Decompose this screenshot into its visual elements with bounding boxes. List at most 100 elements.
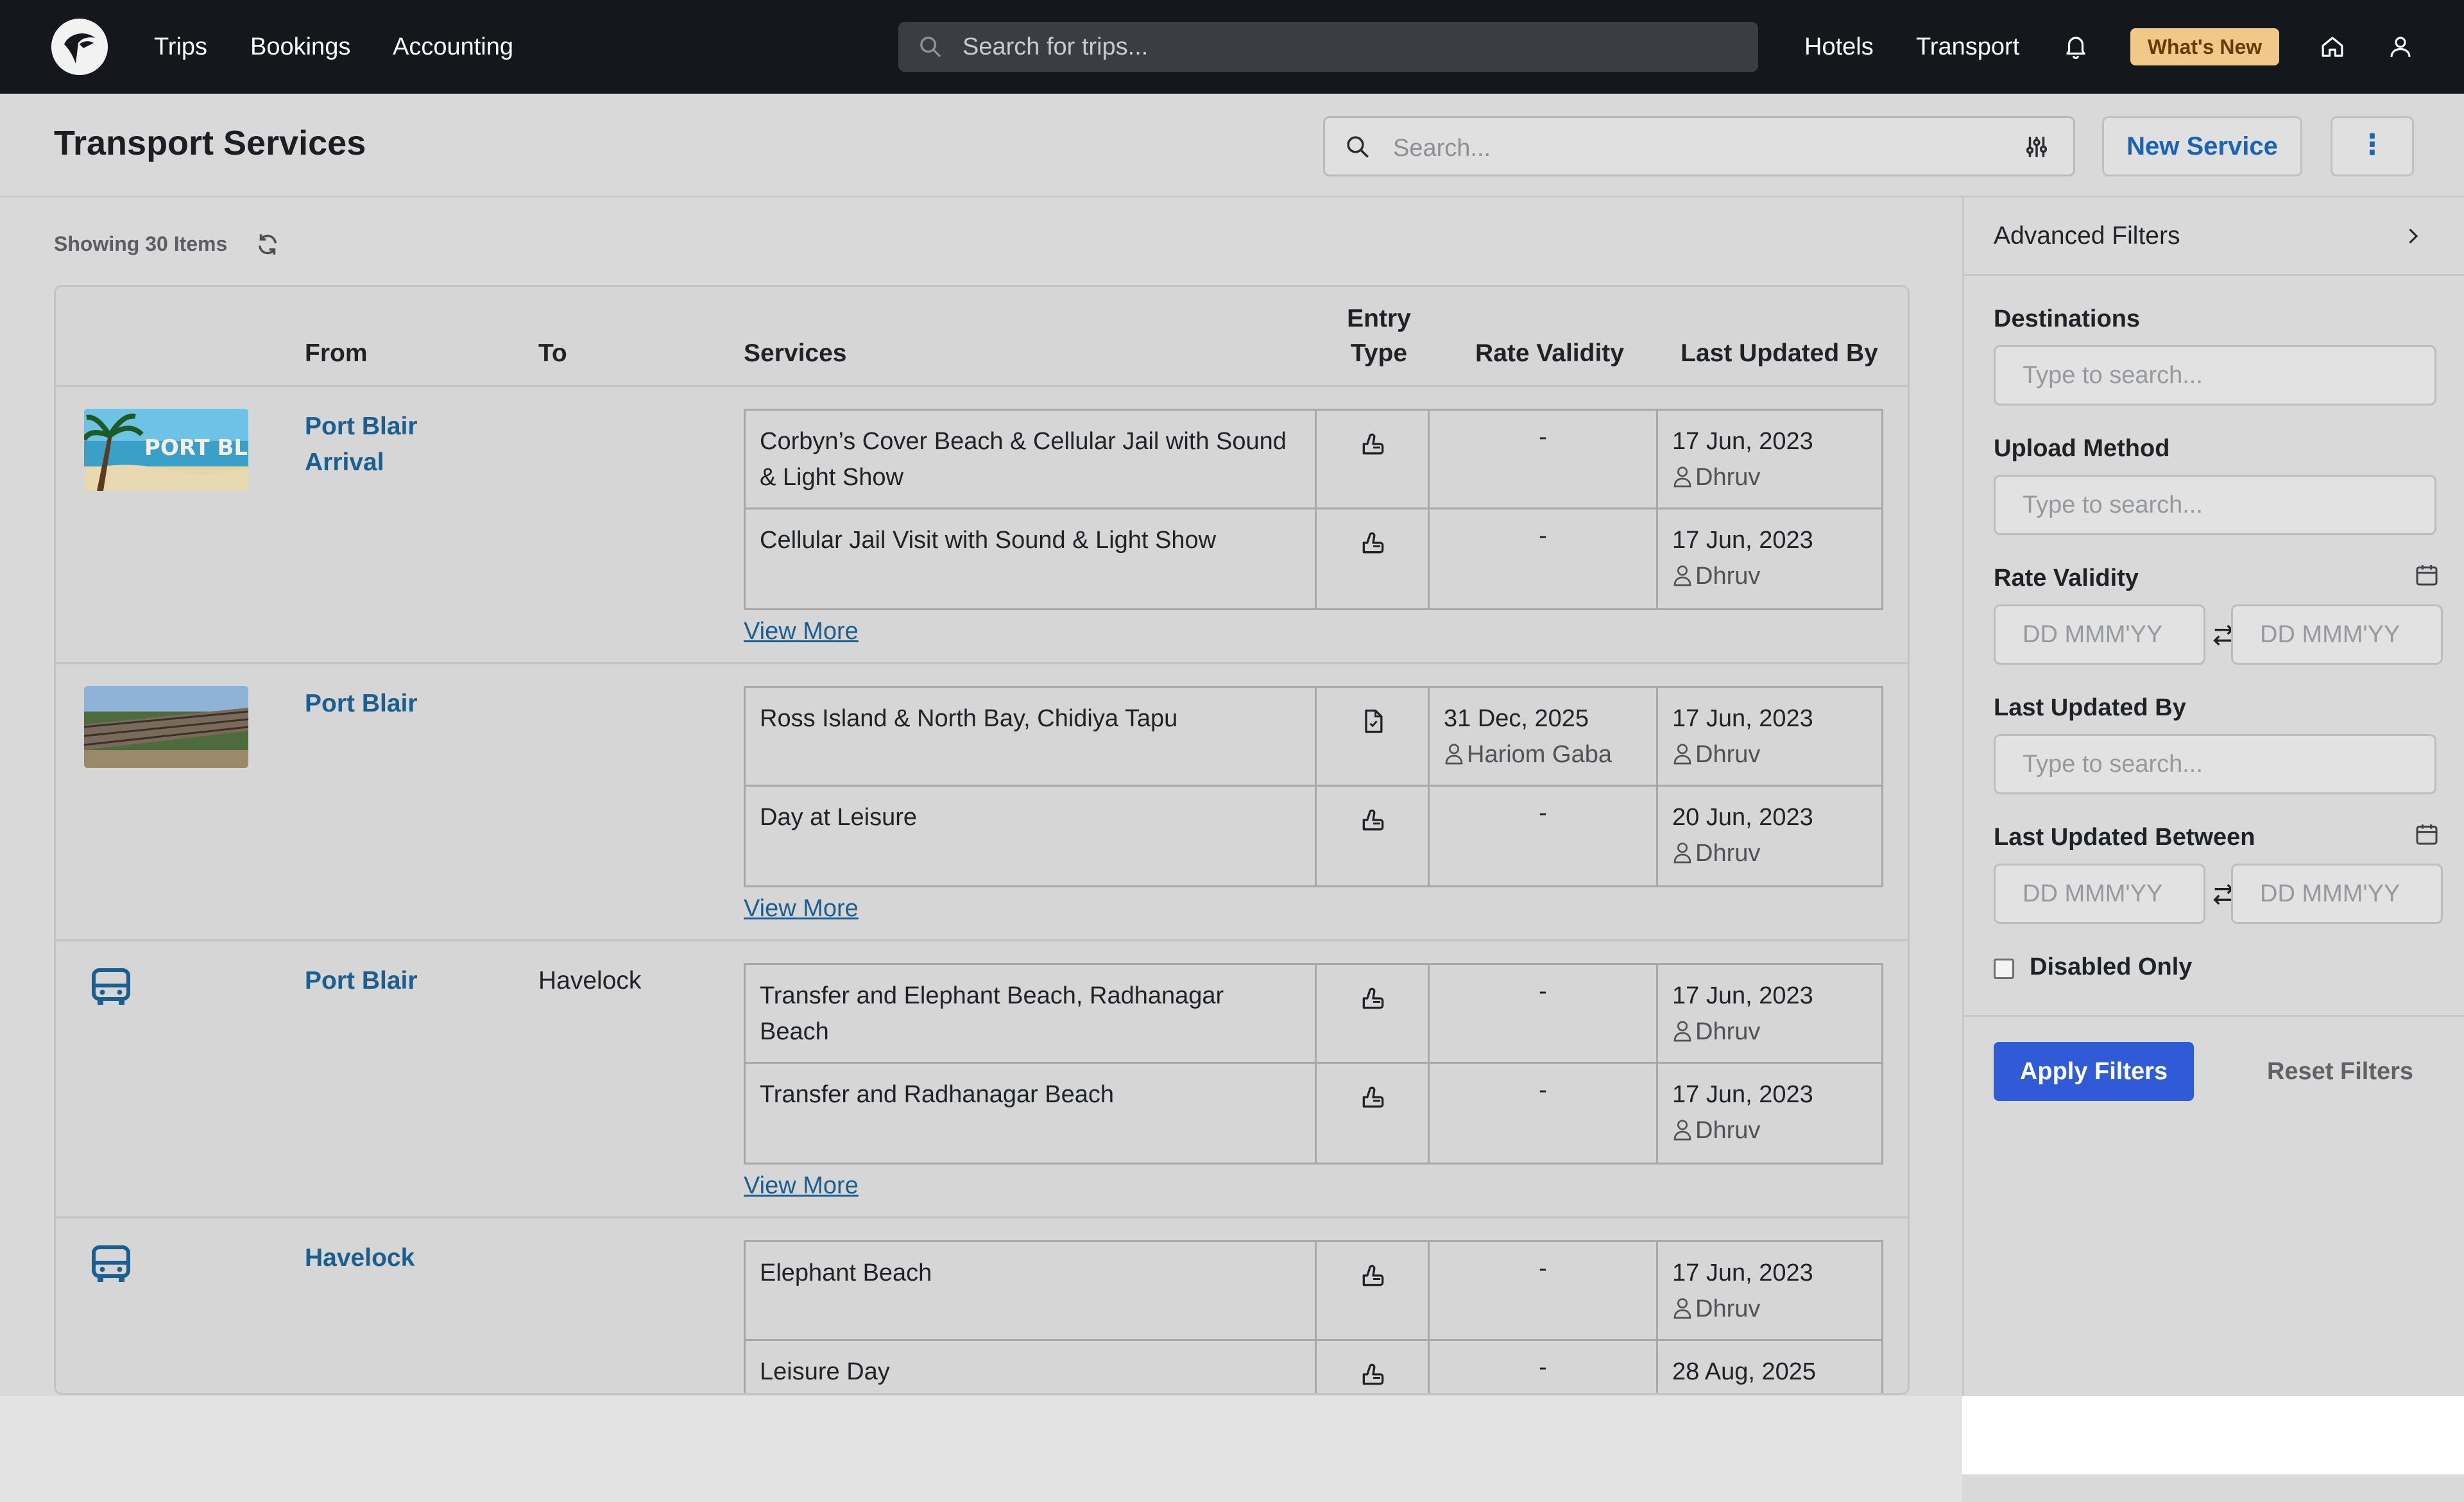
disabled-only-checkbox[interactable] [1994, 959, 2014, 979]
manual-entry-hand-icon [1362, 1086, 1384, 1108]
col-header-entry-type-line1[interactable]: Entry [1324, 302, 1434, 336]
search-icon [920, 37, 941, 58]
updated-by: Dhruv [1672, 1291, 1760, 1327]
col-header-rate-validity[interactable]: Rate Validity [1435, 337, 1664, 370]
manual-entry-hand-icon [1362, 433, 1384, 455]
advanced-filters-title: Advanced Filters [1994, 222, 2180, 250]
services-search-input[interactable]: Search... [1323, 116, 2075, 176]
updated-date: 17 Jun, 2023 [1672, 705, 1813, 732]
service-row[interactable]: Transfer and Radhanagar Beach - 17 Jun, … [746, 1064, 1881, 1163]
updated-date: 17 Jun, 2023 [1672, 1259, 1813, 1286]
service-row[interactable]: Day at Leisure - 20 Jun, 2023 Dhruv [746, 787, 1881, 885]
nav-accounting-link[interactable]: Accounting [393, 31, 513, 63]
col-header-to[interactable]: To [538, 337, 567, 370]
col-header-last-updated-by[interactable]: Last Updated By [1664, 337, 1895, 370]
rate-validity-value: - [1539, 1255, 1547, 1282]
calendar-icon[interactable] [2414, 821, 2440, 847]
user-icon [1673, 1120, 1691, 1141]
updated-date: 17 Jun, 2023 [1672, 527, 1813, 554]
manual-entry-hand-icon [1362, 1363, 1384, 1385]
rate-validity-by: Hariom Gaba [1444, 737, 1612, 772]
updated-by-name: Dhruv [1695, 464, 1761, 491]
services-subtable: Elephant Beach - 17 Jun, 2023 Dhruv Leis… [744, 1240, 1883, 1393]
refresh-icon[interactable] [254, 231, 281, 258]
brand-logo-icon[interactable] [51, 19, 108, 75]
service-name[interactable]: Leisure Day [760, 1354, 1299, 1390]
reset-filters-button[interactable]: Reset Filters [2250, 1042, 2430, 1101]
advanced-filters-panel: Advanced Filters Destinations Type to se… [1962, 198, 2464, 1474]
advanced-filters-header[interactable]: Advanced Filters [1964, 198, 2464, 276]
user-icon [1673, 1021, 1691, 1042]
disabled-only-label[interactable]: Disabled Only [2030, 953, 2192, 981]
service-name[interactable]: Corbyn’s Cover Beach & Cellular Jail wit… [760, 423, 1299, 495]
last-updated-by-label: Last Updated By [1994, 694, 2186, 721]
bell-icon[interactable] [2062, 33, 2089, 60]
col-header-entry-type-line2[interactable]: Type [1324, 337, 1434, 370]
nav-trips-link[interactable]: Trips [154, 31, 207, 63]
last-updated-by-input[interactable]: Type to search... [1994, 734, 2436, 794]
from-location[interactable]: Port Blair [305, 686, 459, 722]
service-row[interactable]: Transfer and Elephant Beach, Radhanagar … [746, 965, 1881, 1064]
upload-method-input[interactable]: Type to search... [1994, 475, 2436, 535]
service-row[interactable]: Cellular Jail Visit with Sound & Light S… [746, 509, 1881, 608]
service-row[interactable]: Ross Island & North Bay, Chidiya Tapu 31… [746, 688, 1881, 787]
nav-hotels-link[interactable]: Hotels [1804, 31, 1874, 63]
service-name[interactable]: Day at Leisure [760, 799, 1299, 835]
apply-filters-button[interactable]: Apply Filters [1994, 1042, 2194, 1101]
home-icon[interactable] [2319, 33, 2346, 60]
whats-new-button[interactable]: What's New [2130, 28, 2279, 65]
rate-validity-value: - [1539, 1354, 1547, 1381]
user-profile-icon[interactable] [2387, 33, 2414, 60]
col-header-from[interactable]: From [305, 337, 368, 370]
divider [1964, 1015, 2464, 1017]
nav-transport-link[interactable]: Transport [1916, 31, 2019, 63]
top-navbar: Trips Bookings Accounting Search for tri… [0, 0, 2464, 94]
service-name[interactable]: Transfer and Elephant Beach, Radhanagar … [760, 978, 1299, 1050]
view-more-link[interactable]: View More [744, 895, 859, 923]
updated-between-start-date[interactable]: DD MMM'YY [1994, 864, 2205, 924]
svg-text:PORT BLAIR: PORT BLAIR [144, 435, 248, 461]
view-more-link[interactable]: View More [744, 618, 859, 645]
global-search-placeholder: Search for trips... [963, 33, 1149, 60]
services-subtable: Corbyn’s Cover Beach & Cellular Jail wit… [744, 409, 1883, 610]
file-upload-icon [1365, 709, 1383, 733]
service-row[interactable]: Corbyn’s Cover Beach & Cellular Jail wit… [746, 411, 1881, 509]
updated-by: Dhruv [1672, 737, 1760, 772]
updated-between-end-date[interactable]: DD MMM'YY [2231, 864, 2443, 924]
service-name[interactable]: Elephant Beach [760, 1255, 1299, 1291]
col-header-services[interactable]: Services [744, 337, 846, 370]
filter-sliders-icon[interactable] [2023, 133, 2050, 160]
services-subtable: Transfer and Elephant Beach, Radhanagar … [744, 963, 1883, 1165]
updated-by: Dhruv [1672, 1113, 1760, 1148]
updated-date: 20 Jun, 2023 [1672, 804, 1813, 831]
destinations-input[interactable]: Type to search... [1994, 345, 2436, 405]
from-location[interactable]: Port Blair Arrival [305, 409, 459, 481]
service-row[interactable]: Leisure Day - 28 Aug, 2025 [746, 1341, 1881, 1393]
from-location[interactable]: Port Blair [305, 963, 459, 999]
chevron-right-icon[interactable] [2401, 225, 2424, 248]
page-footer-area [0, 1396, 1962, 1502]
service-name[interactable]: Ross Island & North Bay, Chidiya Tapu [760, 701, 1299, 737]
updated-by-name: Dhruv [1695, 1295, 1761, 1322]
search-icon [1347, 136, 1369, 158]
more-options-button[interactable]: ⋮ [2331, 116, 2414, 176]
calendar-icon[interactable] [2414, 562, 2440, 588]
user-icon [1673, 466, 1691, 488]
rate-validity-label: Rate Validity [1994, 565, 2139, 592]
rate-validity-value: - [1539, 1077, 1547, 1104]
from-location[interactable]: Havelock [305, 1240, 459, 1276]
service-row[interactable]: Elephant Beach - 17 Jun, 2023 Dhruv [746, 1242, 1881, 1341]
nav-bookings-link[interactable]: Bookings [250, 31, 350, 63]
global-search-input[interactable]: Search for trips... [898, 22, 1758, 72]
service-name[interactable]: Cellular Jail Visit with Sound & Light S… [760, 522, 1299, 558]
table-row-group: Port Blair Ross Island & North Bay, Chid… [56, 664, 1908, 941]
updated-by-name: Dhruv [1695, 1018, 1761, 1045]
rate-validity-start-date[interactable]: DD MMM'YY [1994, 604, 2205, 665]
rate-validity-end-date[interactable]: DD MMM'YY [2231, 604, 2443, 665]
rate-validity-value: - [1539, 799, 1547, 826]
new-service-button[interactable]: New Service [2102, 116, 2302, 176]
service-name[interactable]: Transfer and Radhanagar Beach [760, 1077, 1299, 1113]
updated-by-name: Dhruv [1695, 840, 1761, 867]
view-more-link[interactable]: View More [744, 1172, 859, 1200]
updated-by: Dhruv [1672, 1014, 1760, 1050]
